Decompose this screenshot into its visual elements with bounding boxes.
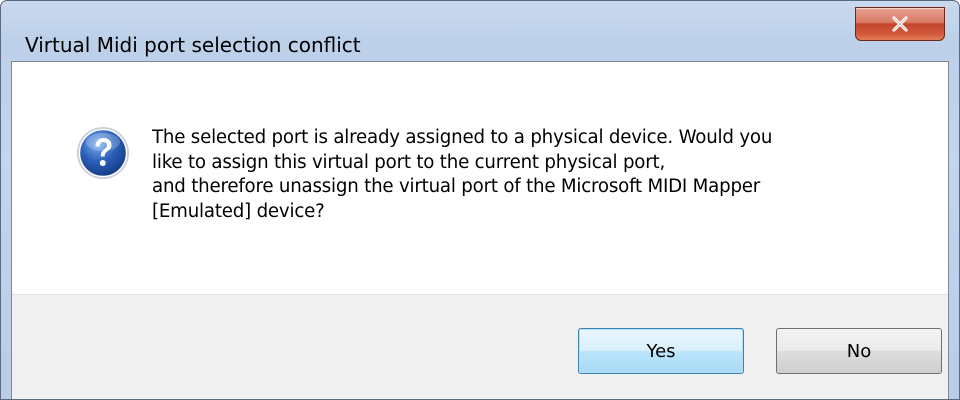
message-area: The selected port is already assigned to… [12,62,948,294]
message-text: The selected port is already assigned to… [152,126,932,224]
message-line: [Emulated] device? [152,200,325,222]
window-title: Virtual Midi port selection conflict [25,33,361,57]
no-button[interactable]: No [776,328,942,374]
close-icon [892,16,908,32]
button-bar: Yes No [12,294,948,399]
yes-button[interactable]: Yes [578,328,744,374]
message-line: like to assign this virtual port to the … [152,151,666,173]
message-line: and therefore unassign the virtual port … [152,176,761,197]
question-icon [77,127,129,179]
close-button[interactable] [855,7,945,41]
dialog-client-area: The selected port is already assigned to… [11,61,949,399]
dialog-window: Virtual Midi port selection conflict The… [0,0,960,400]
title-bar[interactable]: Virtual Midi port selection conflict [1,1,959,61]
message-line: The selected port is already assigned to… [152,127,773,148]
